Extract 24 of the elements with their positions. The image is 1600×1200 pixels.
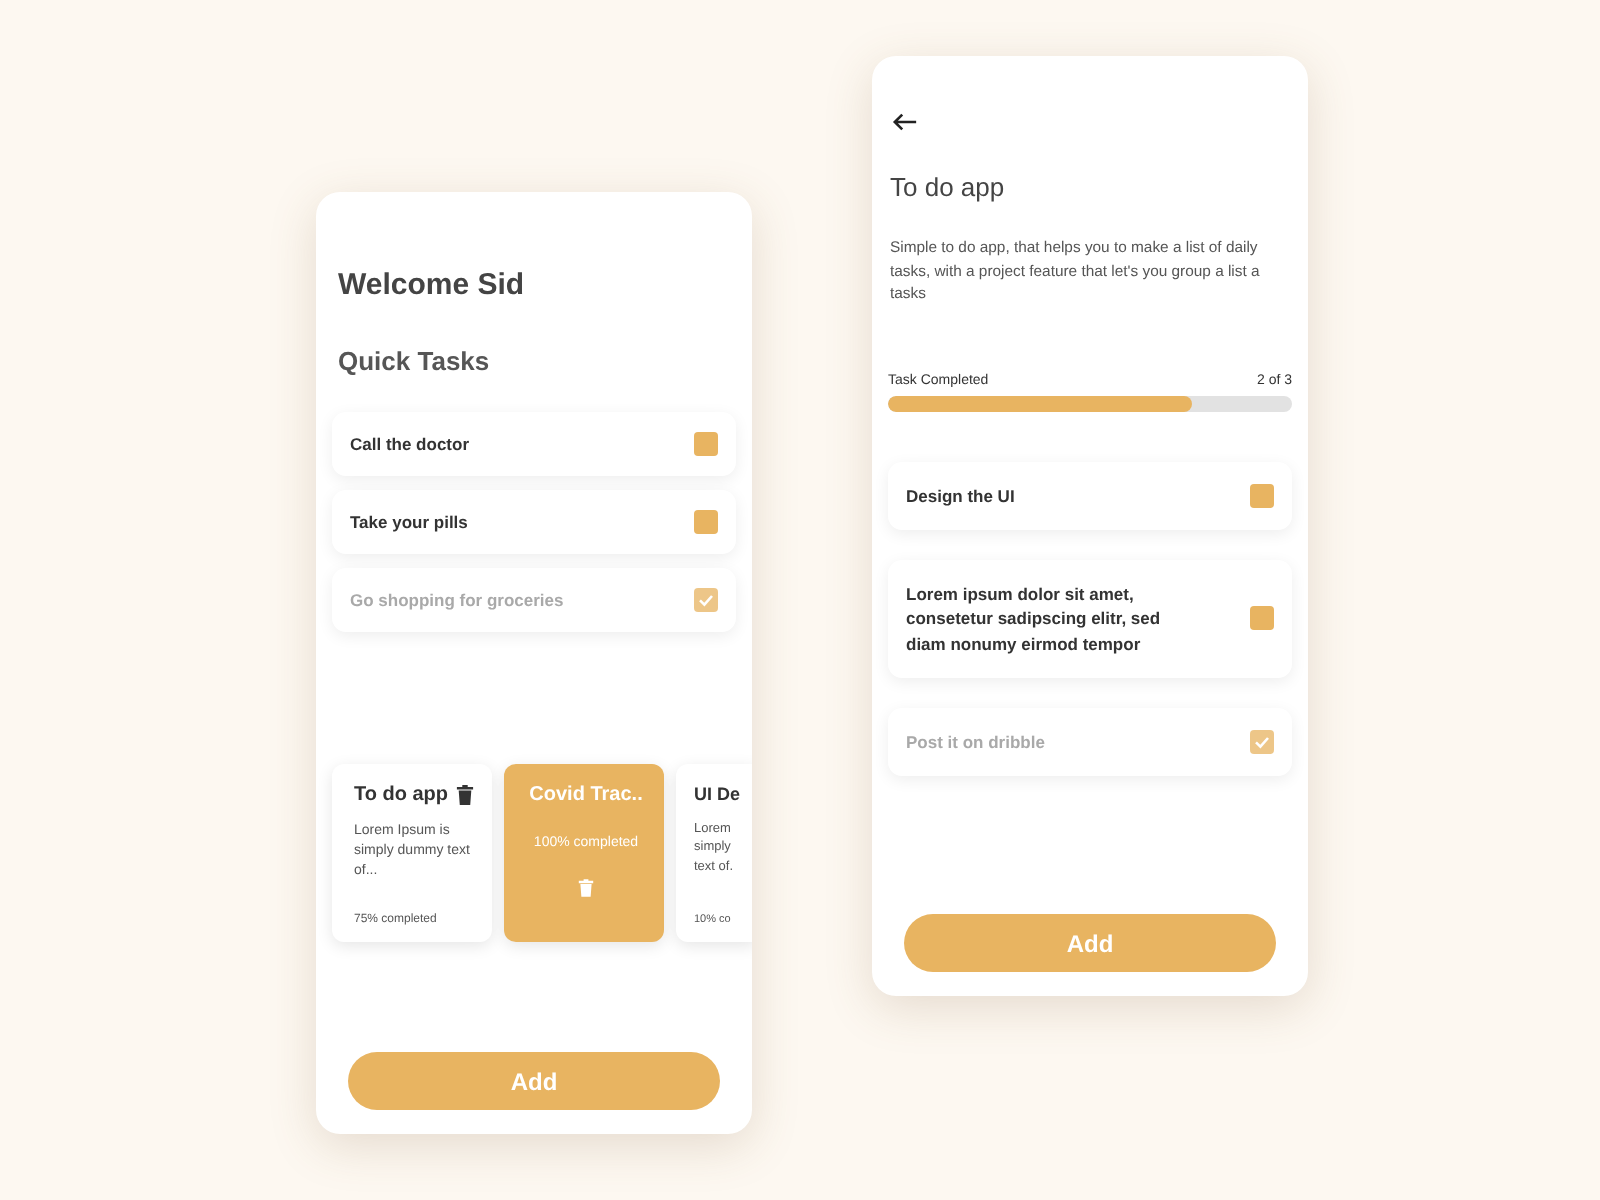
- task-label: Design the UI: [906, 483, 1015, 508]
- checkbox[interactable]: [694, 510, 718, 534]
- task-label: Call the doctor: [350, 434, 470, 454]
- project-title: Covid Trac..: [529, 784, 643, 806]
- checkbox[interactable]: [1250, 730, 1274, 755]
- project-title: To do app: [890, 172, 1007, 202]
- greeting-title: Welcome Sid: [338, 268, 527, 302]
- back-arrow-icon[interactable]: [892, 112, 918, 132]
- task-label: Post it on dribble: [906, 729, 1045, 755]
- project-title: UI De: [694, 784, 741, 804]
- project-title: To do app: [354, 784, 449, 806]
- checkbox[interactable]: [694, 588, 718, 612]
- task-label: Go shopping for groceries: [350, 590, 564, 610]
- task-label: Take your pills: [350, 512, 468, 532]
- task-item[interactable]: Lorem ipsum dolor sit amet, consetetur sadipscing elitr, sed diam nonumy eirmod tempor: [888, 559, 1292, 678]
- checkbox[interactable]: [1250, 483, 1274, 508]
- checkbox[interactable]: [1250, 606, 1274, 631]
- task-item[interactable]: Design the UI: [888, 461, 1292, 530]
- task-item[interactable]: Call the doctor: [332, 412, 736, 476]
- checkbox[interactable]: [694, 432, 718, 456]
- section-title: Quick Tasks: [338, 346, 492, 376]
- trash-icon[interactable]: [456, 784, 474, 806]
- task-label: Lorem ipsum dolor sit amet, consetetur sadipscing elitr, sed diam nonumy eirmod tempor: [906, 581, 1163, 656]
- task-item[interactable]: Take your pills: [332, 490, 736, 554]
